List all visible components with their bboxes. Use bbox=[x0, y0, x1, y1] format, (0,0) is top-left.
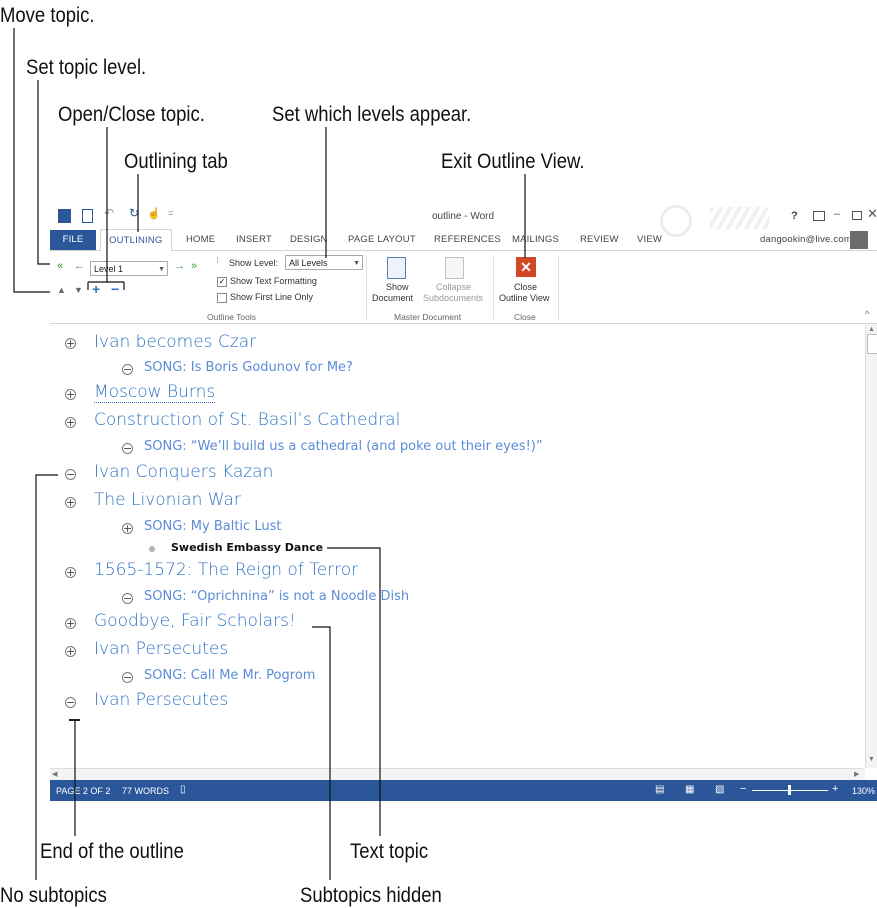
callout-lines bbox=[13, 28, 526, 880]
